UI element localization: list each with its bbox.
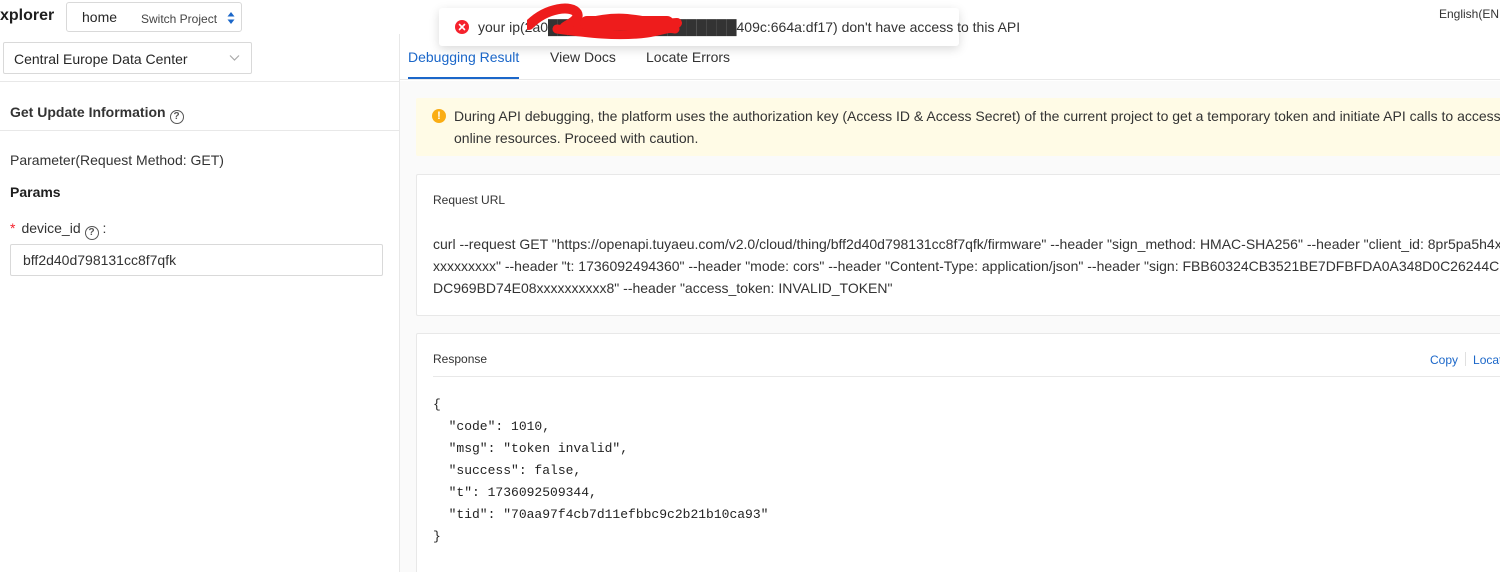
region-select[interactable]: Central Europe Data Center xyxy=(3,42,252,74)
device-id-label: * device_id? : xyxy=(10,220,106,240)
help-icon[interactable]: ? xyxy=(169,110,184,124)
tab-view-docs[interactable]: View Docs xyxy=(550,49,616,65)
params-label: Params xyxy=(10,184,61,200)
debug-result-content: ! During API debugging, the platform use… xyxy=(400,81,1500,572)
right-panel: Debugging Result View Docs Locate Errors… xyxy=(400,34,1500,572)
response-json: { "code": 1010, "msg": "token invalid", … xyxy=(433,397,769,544)
help-icon[interactable]: ? xyxy=(84,226,99,240)
language-selector[interactable]: English(EN xyxy=(1439,7,1499,21)
active-tab-indicator xyxy=(408,77,519,79)
divider xyxy=(433,376,1500,377)
app-title: xplorer xyxy=(0,7,55,24)
tab-locate-errors[interactable]: Locate Errors xyxy=(646,49,730,65)
error-icon xyxy=(455,20,469,34)
chevron-down-icon xyxy=(229,55,240,61)
project-switcher[interactable]: home Switch Project xyxy=(66,2,242,32)
divider xyxy=(0,130,399,131)
left-panel: Central Europe Data Center Get Update In… xyxy=(0,34,400,572)
tab-debugging-result[interactable]: Debugging Result xyxy=(408,49,519,65)
redaction-scribble xyxy=(527,3,682,40)
sort-arrows-icon xyxy=(227,12,235,24)
warning-text: During API debugging, the platform uses … xyxy=(454,108,1500,146)
parameter-heading: Parameter(Request Method: GET) xyxy=(10,152,224,168)
region-value: Central Europe Data Center xyxy=(14,51,188,67)
field-suffix: : xyxy=(102,220,107,236)
action-divider xyxy=(1465,352,1467,366)
divider xyxy=(0,81,399,82)
field-name: device_id xyxy=(21,220,81,236)
error-toast: your ip(2a0███████████████████409c:664a:… xyxy=(439,8,1020,46)
api-name: Get Update Information? xyxy=(10,104,184,124)
warning-banner: ! During API debugging, the platform use… xyxy=(416,98,1500,156)
request-url-card: Request URL curl --request GET "https://… xyxy=(416,174,1500,316)
warning-icon: ! xyxy=(432,109,446,123)
response-actions: Copy Locate xyxy=(1430,352,1500,367)
api-name-label: Get Update Information xyxy=(10,104,166,120)
switch-project-label: Switch Project xyxy=(141,12,218,26)
request-curl-text: curl --request GET "https://openapi.tuya… xyxy=(433,236,1500,296)
required-mark: * xyxy=(10,220,16,236)
request-url-title: Request URL xyxy=(433,193,506,207)
current-project: home xyxy=(82,9,118,25)
locate-button[interactable]: Locate xyxy=(1473,353,1500,367)
device-id-input[interactable] xyxy=(10,244,383,276)
copy-button[interactable]: Copy xyxy=(1430,353,1458,367)
response-title: Response xyxy=(433,352,488,366)
response-card: Response Copy Locate { "code": 1010, "msg… xyxy=(416,333,1500,572)
